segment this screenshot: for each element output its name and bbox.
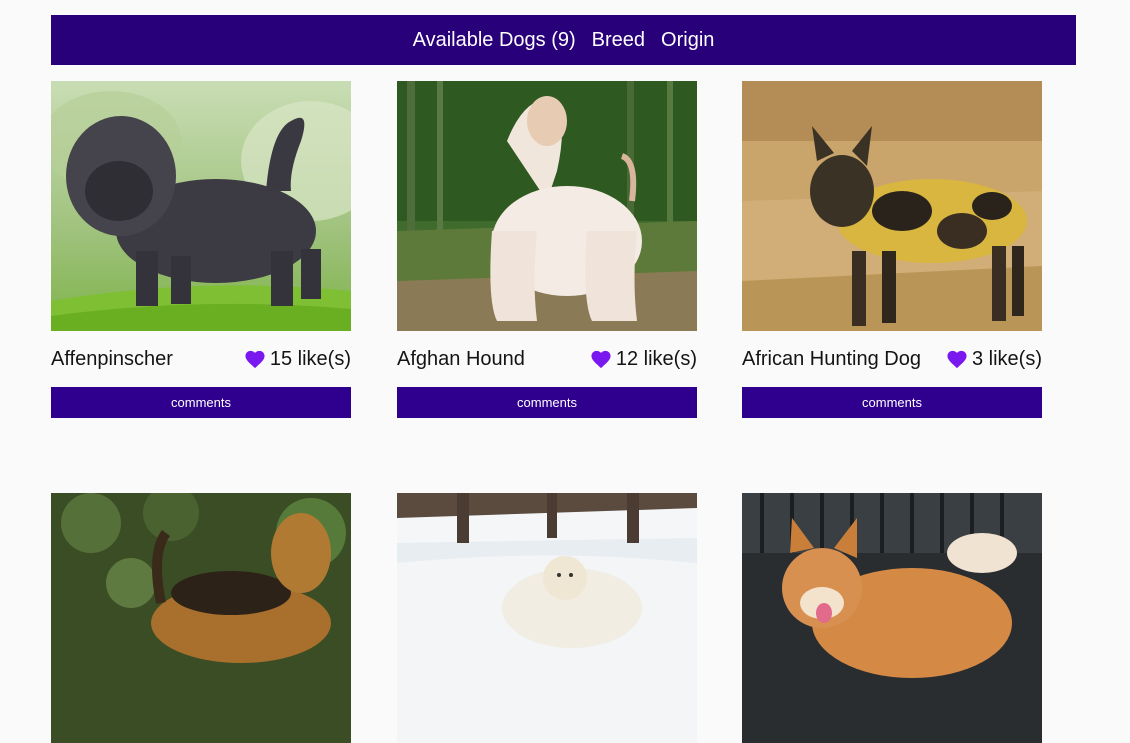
dog-photo-african-hunting-dog[interactable]	[742, 81, 1042, 331]
dog-card: Affenpinscher 15 like(s) comments	[51, 81, 351, 418]
top-navigation: Available Dogs (9) Breed Origin	[51, 15, 1076, 65]
likes-count: 12 like(s)	[590, 348, 697, 371]
heart-icon[interactable]	[244, 349, 266, 369]
comments-button[interactable]: comments	[742, 387, 1042, 418]
dog-name: Afghan Hound	[397, 347, 525, 370]
nav-breed[interactable]: Breed	[592, 29, 645, 52]
dog-info-row: Afghan Hound 12 like(s)	[397, 331, 697, 387]
dog-card	[742, 493, 1042, 743]
dog-name: Affenpinscher	[51, 347, 173, 370]
dog-info-row: Affenpinscher 15 like(s)	[51, 331, 351, 387]
nav-available-dogs[interactable]: Available Dogs (9)	[413, 29, 576, 52]
dog-photo-akita[interactable]	[742, 493, 1042, 743]
heart-icon[interactable]	[946, 349, 968, 369]
dog-card	[397, 493, 697, 743]
comments-button[interactable]: comments	[51, 387, 351, 418]
dog-card: Afghan Hound 12 like(s) comments	[397, 81, 697, 418]
dog-photo-afghan-hound[interactable]	[397, 81, 697, 331]
likes-text: 3 like(s)	[971, 347, 1042, 370]
heart-icon[interactable]	[590, 349, 612, 369]
dog-photo-affenpinscher[interactable]	[51, 81, 351, 331]
comments-button[interactable]: comments	[397, 387, 697, 418]
dog-info-row: African Hunting Dog 3 like(s)	[742, 331, 1042, 387]
dog-photo-snow-dog[interactable]	[397, 493, 697, 743]
likes-text: 12 like(s)	[615, 347, 697, 370]
dog-name: African Hunting Dog	[742, 347, 921, 370]
dog-photo-airedale[interactable]	[51, 493, 351, 743]
dog-card	[51, 493, 351, 743]
likes-count: 3 like(s)	[946, 348, 1042, 371]
likes-count: 15 like(s)	[244, 348, 351, 371]
dog-card: African Hunting Dog 3 like(s) comments	[742, 81, 1042, 418]
likes-text: 15 like(s)	[269, 347, 351, 370]
nav-origin[interactable]: Origin	[661, 29, 714, 52]
